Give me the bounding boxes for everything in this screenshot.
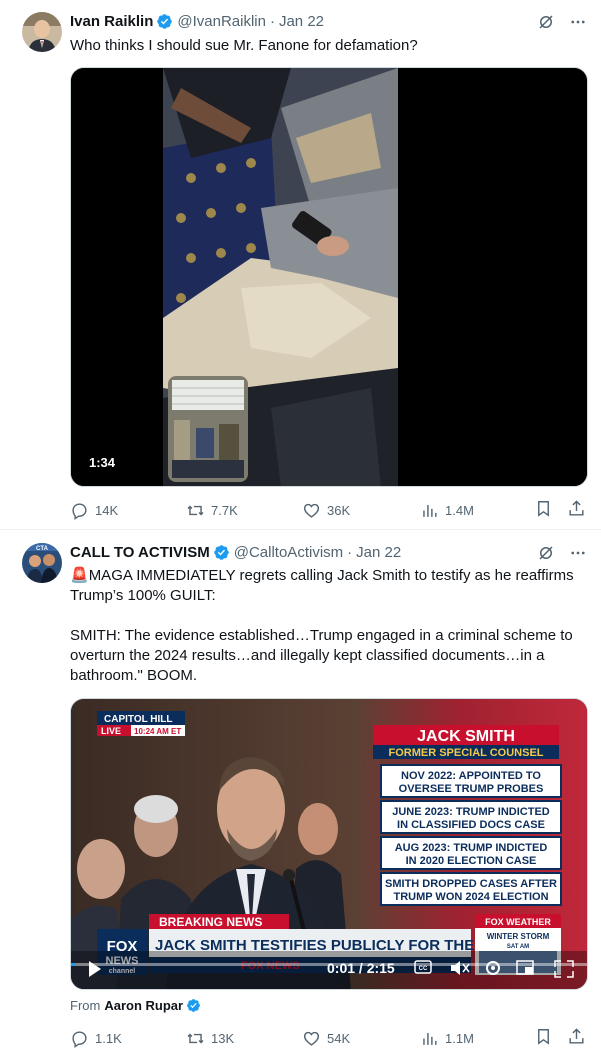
views-button[interactable]: 1.1M	[420, 1029, 474, 1048]
live-time: 10:24 AM ET	[134, 727, 181, 736]
reply-button[interactable]: 1.1K	[70, 1029, 186, 1048]
tweet-text: 🚨MAGA IMMEDIATELY regrets calling Jack S…	[70, 566, 590, 686]
action-bar: 1.1K 13K 54K 1.1M	[70, 1027, 590, 1049]
analytics-icon	[423, 1032, 437, 1045]
like-button[interactable]: 36K	[302, 501, 420, 520]
progress-fill	[71, 963, 75, 966]
tweet-header: Ivan Raiklin @IvanRaiklin · Jan 22	[70, 13, 324, 30]
heart-icon	[303, 503, 320, 518]
top-actions	[537, 13, 587, 36]
separator-dot: ·	[269, 13, 275, 30]
title-banner: FORMER SPECIAL COUNSEL	[388, 747, 543, 759]
verified-badge-icon	[186, 998, 201, 1013]
svg-text:CTA: CTA	[36, 546, 49, 552]
handle[interactable]: @IvanRaiklin	[177, 13, 266, 30]
avatar[interactable]: CTA	[22, 543, 62, 583]
reply-button[interactable]: 14K	[70, 501, 186, 520]
handle[interactable]: @CalltoActivism	[234, 544, 343, 561]
tweet-text: Who thinks I should sue Mr. Fanone for d…	[70, 37, 418, 54]
video-duration: 1:34	[89, 455, 116, 470]
live-label: LIVE	[101, 726, 121, 736]
repost-icon	[187, 1033, 204, 1043]
video-source: From Aaron Rupar	[70, 998, 205, 1013]
share-icon[interactable]	[567, 1027, 586, 1049]
fact-3a: AUG 2023: TRUMP INDICTED	[395, 842, 548, 854]
tweet-date[interactable]: Jan 22	[356, 544, 401, 561]
more-options-icon[interactable]	[569, 13, 587, 36]
like-count: 54K	[327, 1030, 351, 1046]
reply-count: 14K	[95, 502, 119, 518]
like-count: 36K	[327, 502, 351, 518]
svg-text:CC: CC	[419, 966, 428, 972]
weather-time: SAT AM	[507, 944, 529, 950]
tweet-paragraph-2: SMITH: The evidence established…Trump en…	[70, 627, 573, 684]
tweet-date[interactable]: Jan 22	[279, 13, 324, 30]
reply-icon	[72, 1030, 87, 1048]
views-button[interactable]: 1.4M	[420, 501, 474, 520]
share-icon[interactable]	[567, 499, 586, 521]
analytics-icon	[423, 504, 437, 517]
repost-button[interactable]: 7.7K	[186, 501, 302, 520]
breaking-label: BREAKING NEWS	[159, 915, 262, 929]
reply-icon	[72, 502, 87, 520]
like-button[interactable]: 54K	[302, 1029, 420, 1048]
tweet-header: CALL TO ACTIVISM @CalltoActivism · Jan 2…	[70, 544, 401, 561]
top-actions	[537, 544, 587, 567]
fact-2b: IN CLASSIFIED DOCS CASE	[397, 819, 545, 831]
more-options-icon[interactable]	[569, 544, 587, 567]
heart-icon	[303, 1031, 320, 1046]
repost-button[interactable]: 13K	[186, 1029, 302, 1048]
repost-icon	[187, 505, 204, 515]
tweet-ivan-raiklin[interactable]: Ivan Raiklin @IvanRaiklin · Jan 22 Who t…	[0, 0, 601, 530]
video-player[interactable]: CAPITOL HILL LIVE 10:24 AM ET JACK SMITH…	[70, 698, 588, 990]
view-count: 1.4M	[445, 502, 474, 518]
fact-1b: OVERSEE TRUMP PROBES	[399, 783, 544, 795]
view-count: 1.1M	[445, 1030, 474, 1046]
bookmark-icon[interactable]	[534, 1027, 553, 1049]
fact-2a: JUNE 2023: TRUMP INDICTED	[392, 806, 550, 818]
reply-count: 1.1K	[95, 1030, 122, 1046]
repost-count: 13K	[211, 1030, 235, 1046]
source-account-name[interactable]: Aaron Rupar	[104, 998, 183, 1013]
separator-dot: ·	[347, 544, 353, 561]
grok-icon[interactable]	[537, 544, 555, 567]
weather-text: WINTER STORM	[487, 932, 550, 941]
repost-count: 7.7K	[211, 502, 238, 518]
tweet-call-to-activism[interactable]: CTA CALL TO ACTIVISM @CalltoActivism · J…	[0, 531, 601, 1060]
fact-4b: TRUMP WON 2024 ELECTION	[393, 891, 548, 903]
fact-3b: IN 2020 ELECTION CASE	[406, 855, 537, 867]
name-banner: JACK SMITH	[417, 728, 515, 745]
verified-badge-icon	[213, 544, 230, 561]
action-bar: 14K 7.7K 36K 1.4M	[70, 499, 590, 521]
fact-1a: NOV 2022: APPOINTED TO	[401, 770, 541, 782]
weather-brand: FOX WEATHER	[485, 917, 551, 927]
time-display: 0:01 / 2:15	[327, 960, 395, 976]
video-player[interactable]: 1:34	[70, 67, 588, 487]
display-name[interactable]: Ivan Raiklin	[70, 13, 153, 30]
fact-4a: SMITH DROPPED CASES AFTER	[385, 878, 557, 890]
from-label: From	[70, 998, 101, 1013]
avatar[interactable]	[22, 12, 62, 52]
video-frame	[71, 68, 587, 486]
video-frame: CAPITOL HILL LIVE 10:24 AM ET JACK SMITH…	[71, 699, 587, 989]
tweet-paragraph-1: 🚨MAGA IMMEDIATELY regrets calling Jack S…	[70, 567, 574, 604]
verified-badge-icon	[156, 13, 173, 30]
siren-icon: 🚨	[70, 567, 89, 584]
grok-icon[interactable]	[537, 13, 555, 36]
bookmark-icon[interactable]	[534, 499, 553, 521]
display-name[interactable]: CALL TO ACTIVISM	[70, 544, 210, 561]
location-label: CAPITOL HILL	[104, 714, 173, 725]
